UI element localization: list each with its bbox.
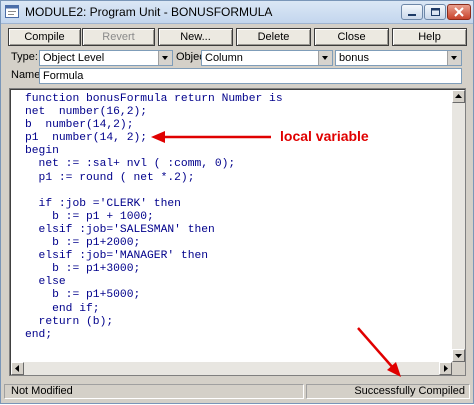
modified-status: Not Modified [4, 384, 304, 399]
compile-status: Successfully Compiled [306, 384, 470, 399]
annotation-arrows [151, 131, 401, 377]
program-unit-window: MODULE2: Program Unit - BONUSFORMULA Com… [0, 0, 474, 404]
arrow-to-status [357, 327, 401, 377]
status-bar: Not Modified Successfully Compiled [4, 384, 470, 400]
local-variable-annotation: local variable [280, 128, 369, 144]
arrow-to-local-variable [151, 131, 271, 143]
